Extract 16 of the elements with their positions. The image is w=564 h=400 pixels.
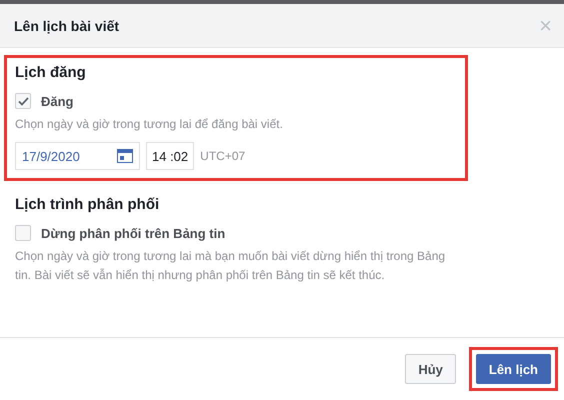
schedule-button[interactable]: Lên lịch <box>476 354 551 384</box>
description: Chọn ngày và giờ trong tương lai mà bạn muốn bài viết dừng hiển thị trong Bảng tin. Bài viết sẽ vẫn hiển thị nhưng phân phối trên Bảng tin sẽ kết thúc. <box>15 248 446 284</box>
checkbox[interactable] <box>15 225 31 241</box>
dialog-title: Lên lịch bài viết <box>14 18 120 34</box>
checkbox-label: Dừng phân phối trên Bảng tin <box>41 226 226 240</box>
checkbox-label: Đăng <box>41 94 74 108</box>
description: Chọn ngày và giờ trong tương lai để đăng bài viết. <box>15 116 284 133</box>
section-heading: Lịch đăng <box>15 64 87 81</box>
timezone-label: UTC+07 <box>200 149 246 163</box>
time-field[interactable]: 14 :02 <box>146 142 194 170</box>
checkbox[interactable] <box>15 93 31 109</box>
cancel-button[interactable]: Hủy <box>405 354 456 384</box>
check-icon <box>18 96 28 106</box>
calendar-icon <box>117 149 133 163</box>
section-heading: Lịch trình phân phối <box>15 196 160 213</box>
date-field[interactable]: 17/9/2020 <box>15 142 140 170</box>
